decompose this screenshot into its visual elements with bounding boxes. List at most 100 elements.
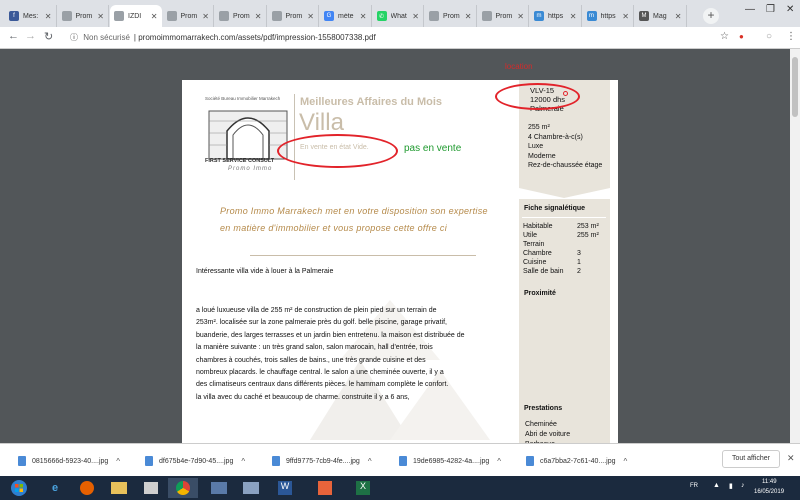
download-item[interactable]: c6a7bba2-7c61-40....jpg ^	[526, 452, 627, 470]
info-icon[interactable]: ⓘ	[70, 33, 78, 42]
tab-close-icon[interactable]: ✕	[412, 12, 419, 21]
close-window-icon[interactable]: ✕	[786, 4, 794, 15]
browser-tab[interactable]: ✆ What ✕	[372, 5, 424, 27]
start-button[interactable]	[4, 478, 34, 498]
browser-tab[interactable]: Prom ✕	[267, 5, 319, 27]
chevron-up-icon[interactable]: ^	[497, 457, 501, 466]
tab-label: Prom	[233, 12, 250, 20]
network-icon[interactable]: ▮	[729, 482, 733, 490]
browser-tab[interactable]: Prom ✕	[57, 5, 109, 27]
browser-tab[interactable]: Prom ✕	[477, 5, 529, 27]
slogan-line: en matière d'immobilier et vous propose …	[220, 223, 448, 233]
browser-tab[interactable]: m https ✕	[530, 5, 582, 27]
tab-label: https	[548, 12, 564, 20]
profile-icon[interactable]: ○	[766, 31, 772, 42]
tab-close-icon[interactable]: ✕	[97, 12, 104, 21]
tab-close-icon[interactable]: ✕	[675, 12, 682, 21]
header-divider	[294, 94, 295, 180]
download-item[interactable]: 9ffd9775-7cb9-4fe....jpg ^	[272, 452, 372, 470]
new-tab-button[interactable]: +	[703, 8, 719, 24]
language-indicator[interactable]: FR	[690, 483, 698, 489]
browser-tab[interactable]: Prom ✕	[425, 5, 477, 27]
restore-icon[interactable]: ❐	[766, 4, 775, 15]
minimize-icon[interactable]: —	[745, 4, 755, 15]
app-icon[interactable]	[236, 478, 266, 498]
browser-tab[interactable]: IZDI ✕	[110, 5, 162, 27]
show-all-button[interactable]: Tout afficher	[722, 450, 780, 468]
forward-icon[interactable]: →	[25, 30, 36, 42]
pdf-icon[interactable]	[310, 478, 340, 498]
tab-close-icon[interactable]: ✕	[622, 12, 629, 21]
browser-tab[interactable]: M Mag ✕	[635, 5, 687, 27]
chevron-up-icon[interactable]: ^	[368, 457, 372, 466]
fiche-key: Utile	[523, 232, 538, 239]
clock-date[interactable]: 16/05/2019	[754, 489, 784, 495]
chevron-up-icon[interactable]: ^	[116, 457, 120, 466]
download-item[interactable]: 19de6985-4282-4a....jpg ^	[399, 452, 501, 470]
clock-time[interactable]: 11:49	[762, 479, 777, 485]
amenity-item: Abri de voiture	[525, 431, 571, 438]
tray-up-icon[interactable]: ▲	[713, 482, 720, 489]
chrome-icon[interactable]	[168, 478, 198, 498]
firefox-icon[interactable]	[72, 478, 102, 498]
image-file-icon	[272, 456, 280, 466]
browser-tab[interactable]: Prom ✕	[215, 5, 267, 27]
window-icon[interactable]	[204, 478, 234, 498]
download-filename: c6a7bba2-7c61-40....jpg	[540, 457, 616, 465]
browser-tab[interactable]: Prom ✕	[162, 5, 214, 27]
url-field[interactable]: ⓘ Non sécurisé | promoimmomarrakech.com/a…	[70, 30, 730, 45]
tab-close-icon[interactable]: ✕	[202, 12, 209, 21]
fiche-value: 3	[577, 250, 581, 257]
folder-icon[interactable]	[104, 478, 134, 498]
amenities-title: Prestations	[524, 405, 563, 412]
tab-close-icon[interactable]: ✕	[151, 12, 158, 21]
scrollbar[interactable]	[790, 49, 800, 443]
taskbar: e W X	[0, 476, 800, 500]
feature-item: 4 Chambre-à-c(s)	[528, 133, 583, 141]
summary-panel-arrow	[519, 188, 610, 198]
browser-tab[interactable]: m https ✕	[582, 5, 634, 27]
tab-close-icon[interactable]: ✕	[45, 12, 52, 21]
tab-close-icon[interactable]: ✕	[570, 12, 577, 21]
chevron-up-icon[interactable]: ^	[624, 457, 628, 466]
property-type: Villa	[299, 109, 344, 136]
browser-tab[interactable]: f Mes: ✕	[5, 5, 57, 27]
tab-favicon-icon: G	[324, 11, 334, 21]
logo-top-text: Société Bureau Immobilier Marrakech	[205, 96, 281, 101]
feature-list: 255 m² 4 Chambre-à-c(s) Luxe Moderne Rez-de-…	[528, 123, 602, 171]
tab-favicon-icon	[429, 11, 439, 21]
chevron-up-icon[interactable]: ^	[241, 457, 245, 466]
download-filename: 19de6985-4282-4a....jpg	[413, 457, 490, 465]
download-item[interactable]: df675b4e-7d90-45....jpg ^	[145, 452, 245, 470]
close-downloads-icon[interactable]: ✕	[787, 453, 795, 464]
tab-label: Prom	[495, 12, 513, 20]
menu-icon[interactable]: ⋮	[786, 31, 796, 42]
tab-label: Prom	[443, 12, 460, 20]
ie-icon[interactable]: e	[40, 478, 70, 498]
image-file-icon	[145, 456, 153, 466]
volume-icon[interactable]: ♪	[741, 482, 745, 489]
security-label: Non sécurisé	[83, 33, 130, 42]
scrollbar-thumb[interactable]	[792, 57, 798, 117]
browser-tab[interactable]: Gméte ✕	[320, 5, 372, 27]
bookmark-star-icon[interactable]: ☆	[720, 31, 729, 42]
download-filename: df675b4e-7d90-45....jpg	[159, 457, 234, 465]
reload-icon[interactable]: ↻	[44, 30, 53, 43]
excel-icon[interactable]: X	[348, 478, 378, 498]
download-item[interactable]: 0815666d-5923-40....jpg ^	[18, 452, 120, 470]
tab-favicon-icon	[271, 11, 282, 21]
divider	[522, 217, 606, 218]
tab-close-icon[interactable]: ✕	[465, 12, 472, 21]
media-icon[interactable]	[136, 478, 166, 498]
slogan-line: Promo Immo Marrakech met en votre dispos…	[220, 206, 488, 216]
tab-close-icon[interactable]: ✕	[360, 12, 367, 21]
tab-favicon-icon	[114, 11, 124, 21]
tab-close-icon[interactable]: ✕	[517, 12, 524, 21]
tab-close-icon[interactable]: ✕	[255, 12, 262, 21]
word-icon[interactable]: W	[270, 478, 300, 498]
tab-label: méte	[338, 12, 354, 20]
back-icon[interactable]: ←	[8, 30, 19, 42]
description-line: nombreux placards. le chauffage central.…	[196, 369, 444, 377]
adblock-icon[interactable]: ●	[739, 32, 744, 41]
tab-close-icon[interactable]: ✕	[307, 12, 314, 21]
